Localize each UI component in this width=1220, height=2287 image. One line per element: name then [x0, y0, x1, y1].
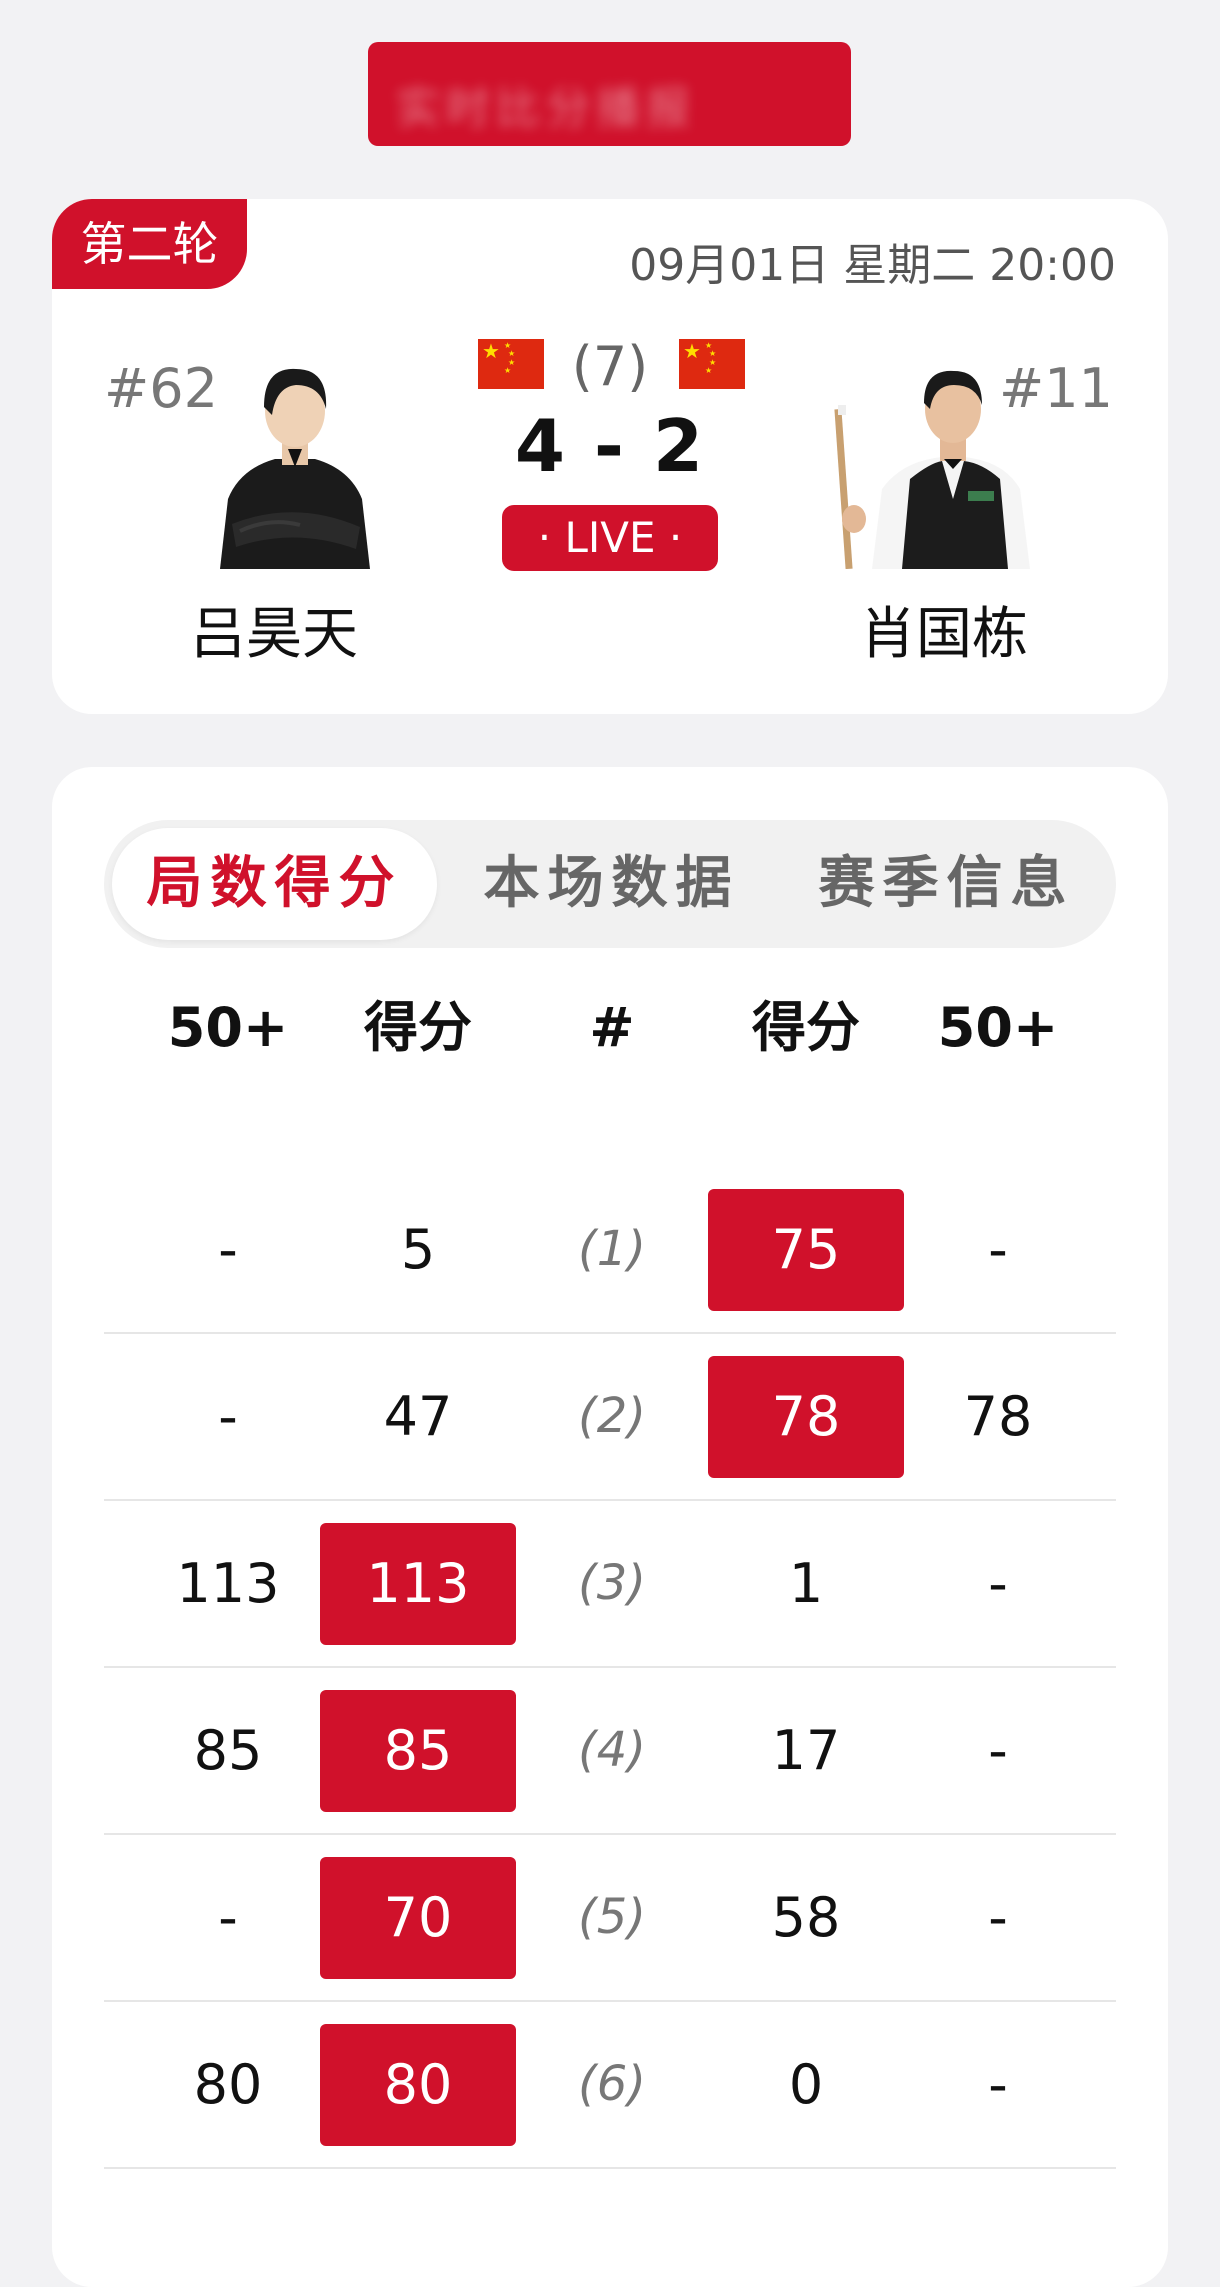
- tab-bar: 局数得分 本场数据 赛季信息: [104, 820, 1116, 948]
- frame-number-cell: (4): [578, 1722, 646, 1778]
- frame-winner-highlight: 75: [708, 1189, 904, 1312]
- table-row: 80 80 (6) 0 -: [104, 2002, 1116, 2169]
- player-right-name[interactable]: 肖国栋: [860, 589, 1028, 670]
- match-score: 4 - 2: [514, 404, 706, 488]
- left-score-cell: 80: [320, 2002, 516, 2167]
- table-row: - 70 (5) 58 -: [104, 1835, 1116, 2002]
- right-50plus-cell: -: [988, 1886, 1008, 1949]
- header-right-score: 得分: [752, 996, 860, 1059]
- frame-number-cell: (6): [578, 2056, 646, 2112]
- table-header: 50+ 得分 # 得分 50+: [104, 988, 1116, 1068]
- best-of-frames: (7): [571, 335, 649, 398]
- table-row: - 5 (1) 75 -: [104, 1167, 1116, 1334]
- right-score-cell: 75: [708, 1167, 904, 1332]
- left-score-cell: 85: [320, 1668, 516, 1833]
- right-score-cell: 17: [771, 1719, 841, 1782]
- right-score-cell: 0: [788, 2053, 824, 2116]
- header-frame: #: [589, 996, 635, 1059]
- left-score-cell: 47: [383, 1385, 453, 1448]
- frame-number-cell: (1): [578, 1221, 646, 1277]
- table-row: 85 85 (4) 17 -: [104, 1668, 1116, 1835]
- header-left-score: 得分: [364, 996, 472, 1059]
- left-50plus-cell: -: [218, 1385, 238, 1448]
- frame-winner-highlight: 78: [708, 1356, 904, 1479]
- player-right-avatar[interactable]: [832, 349, 1062, 570]
- tab-frame-scores[interactable]: 局数得分: [112, 828, 437, 940]
- left-50plus-cell: -: [218, 1886, 238, 1949]
- tab-match-stats[interactable]: 本场数据: [444, 828, 779, 940]
- right-score-cell: 58: [771, 1886, 841, 1949]
- left-score-cell: 70: [320, 1835, 516, 2000]
- top-banner[interactable]: 实时比分播报: [368, 42, 851, 146]
- china-flag-icon: ★ ★ ★ ★ ★: [679, 339, 745, 389]
- banner-text: 实时比分播报: [396, 83, 696, 134]
- frame-winner-highlight: 70: [320, 1857, 516, 1980]
- left-50plus-cell: 85: [193, 1719, 263, 1782]
- left-50plus-cell: 80: [193, 2053, 263, 2116]
- right-50plus-cell: -: [988, 1218, 1008, 1281]
- frame-winner-highlight: 113: [320, 1523, 516, 1646]
- right-50plus-cell: -: [988, 1719, 1008, 1782]
- right-score-cell: 78: [708, 1334, 904, 1499]
- left-score-cell: 113: [320, 1501, 516, 1666]
- player-left-avatar[interactable]: [180, 349, 410, 569]
- frame-winner-highlight: 85: [320, 1690, 516, 1813]
- left-50plus-cell: -: [218, 1218, 238, 1281]
- left-50plus-cell: 113: [176, 1552, 280, 1615]
- round-badge: 第二轮: [52, 199, 247, 289]
- frame-number-cell: (5): [578, 1889, 646, 1945]
- table-row: 113 113 (3) 1 -: [104, 1501, 1116, 1668]
- tab-season-info[interactable]: 赛季信息: [784, 828, 1109, 940]
- frame-number-cell: (2): [578, 1388, 646, 1444]
- match-card: 第二轮 09月01日 星期二 20:00 #62 #11 吕昊天 肖国栋 ★ ★…: [52, 199, 1168, 714]
- china-flag-icon: ★ ★ ★ ★ ★: [478, 339, 544, 389]
- header-right-50plus: 50+: [937, 996, 1059, 1059]
- right-score-cell: 1: [788, 1552, 824, 1615]
- frame-number-cell: (3): [578, 1555, 646, 1611]
- live-badge[interactable]: · LIVE ·: [502, 505, 718, 571]
- left-score-cell: 5: [400, 1218, 436, 1281]
- frame-winner-highlight: 80: [320, 2024, 516, 2147]
- player-left-name[interactable]: 吕昊天: [190, 589, 358, 670]
- stats-card: 局数得分 本场数据 赛季信息 50+ 得分 # 得分 50+ -5 (1) 75- -…: [52, 767, 1168, 2287]
- right-50plus-cell: 78: [963, 1385, 1033, 1448]
- right-50plus-cell: -: [988, 1552, 1008, 1615]
- header-left-50plus: 50+: [167, 996, 289, 1059]
- table-row: - 47 (2) 78 78: [104, 1334, 1116, 1501]
- right-50plus-cell: -: [988, 2053, 1008, 2116]
- match-datetime: 09月01日 星期二 20:00: [629, 240, 1116, 291]
